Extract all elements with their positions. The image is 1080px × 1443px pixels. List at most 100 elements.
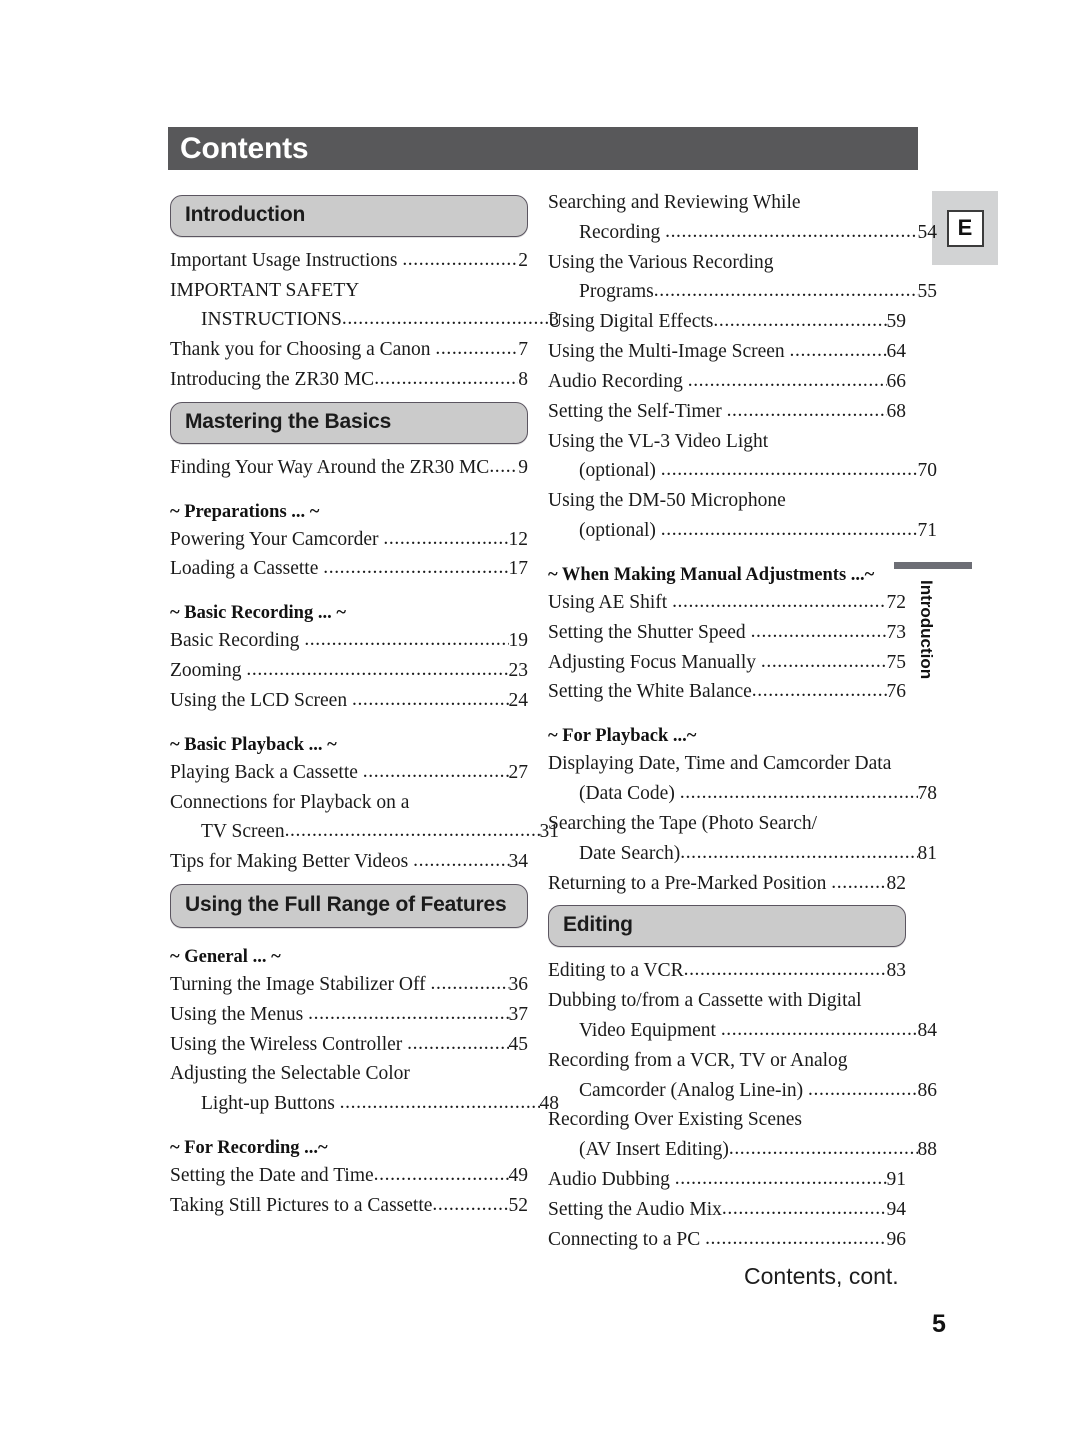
toc-entry-text: Using the Wireless Controller — [170, 1033, 408, 1055]
toc-entry-text: Returning to a Pre-Marked Position — [548, 872, 832, 894]
page-number: 5 — [932, 1310, 946, 1338]
toc-entry-text: INSTRUCTIONS — [201, 309, 342, 331]
toc-entry-text: Using the Menus — [170, 1003, 309, 1025]
toc-entry[interactable]: Using the Menus 37 — [170, 1000, 528, 1030]
toc-entry-line-final: Playing Back a Cassette 27 — [170, 758, 528, 788]
toc-entry-line: Connections for Playback on a — [170, 788, 528, 818]
toc-entry[interactable]: Using AE Shift 72 — [548, 588, 906, 618]
toc-leader-dots — [722, 1194, 887, 1224]
toc-leader-dots — [790, 336, 887, 366]
toc-entry[interactable]: Adjusting the Selectable Color Light-up B… — [170, 1059, 559, 1119]
toc-entry[interactable]: Displaying Date, Time and Camcorder Data… — [548, 749, 937, 809]
toc-entry[interactable]: Connecting to a PC 96 — [548, 1225, 906, 1255]
toc-entry-text: Turning the Image Stabilizer Off — [170, 973, 431, 995]
toc-entry[interactable]: Introducing the ZR30 MC 8 — [170, 365, 528, 395]
toc-entry[interactable]: Adjusting Focus Manually 75 — [548, 648, 906, 678]
toc-entry[interactable]: Using the LCD Screen 24 — [170, 686, 528, 716]
toc-entry[interactable]: Taking Still Pictures to a Cassette 52 — [170, 1191, 528, 1221]
toc-entry[interactable]: Setting the Shutter Speed 73 — [548, 618, 906, 648]
toc-page-number: 75 — [886, 651, 907, 673]
toc-entry[interactable]: Setting the Audio Mix 94 — [548, 1195, 906, 1225]
toc-leader-dots — [729, 1134, 918, 1164]
toc-entry[interactable]: Using the Wireless Controller 45 — [170, 1030, 528, 1060]
toc-entry[interactable]: Audio Dubbing 91 — [548, 1165, 906, 1195]
toc-entry[interactable]: Recording Over Existing Scenes (AV Insert… — [548, 1105, 937, 1165]
toc-entry[interactable]: Setting the White Balance 76 — [548, 677, 906, 707]
toc-entry[interactable]: Searching and Reviewing While Recording 5… — [548, 188, 937, 248]
toc-entry-text: Adjusting the Selectable Color — [170, 1063, 410, 1085]
toc-entry[interactable]: Dubbing to/from a Cassette with Digital V… — [548, 986, 937, 1046]
toc-entry[interactable]: Powering Your Camcorder 12 — [170, 525, 528, 555]
toc-leader-dots — [435, 334, 518, 364]
toc-entry-line-final: Using the Wireless Controller 45 — [170, 1030, 528, 1060]
toc-entry[interactable]: Zooming 23 — [170, 656, 528, 686]
toc-entry-text: (optional) — [579, 460, 661, 482]
toc-entry-line-final: Using the Menus 37 — [170, 1000, 528, 1030]
toc-entry[interactable]: Thank you for Choosing a Canon 7 — [170, 335, 528, 365]
section-pill-introduction: Introduction — [170, 195, 528, 237]
toc-page-number: 66 — [886, 370, 907, 392]
toc-entry[interactable]: Connections for Playback on a TV Screen31 — [170, 788, 559, 848]
toc-entry[interactable]: Using the Multi-Image Screen 64 — [548, 337, 906, 367]
toc-entry-line: Displaying Date, Time and Camcorder Data — [548, 749, 906, 779]
toc-entry[interactable]: Turning the Image Stabilizer Off 36 — [170, 970, 528, 1000]
toc-column-left: Introduction Important Usage Instructions… — [170, 188, 559, 1221]
toc-entry-text: (AV Insert Editing) — [579, 1139, 729, 1161]
toc-entry-text: Basic Recording — [170, 630, 305, 652]
toc-entry-text: Using the Multi-Image Screen — [548, 341, 790, 363]
toc-leader-dots — [304, 625, 508, 655]
toc-entry-text: Thank you for Choosing a Canon — [170, 339, 436, 361]
toc-leader-dots — [761, 647, 887, 677]
toc-entry[interactable]: Using the VL-3 Video Light (optional) 70 — [548, 427, 937, 487]
toc-entry[interactable]: Returning to a Pre-Marked Position 82 — [548, 869, 906, 899]
toc-entry[interactable]: Important Usage Instructions 2 — [170, 246, 528, 276]
toc-leader-dots — [374, 364, 518, 394]
toc-entry-line-final: Using Digital Effects 59 — [548, 307, 906, 337]
toc-leader-dots — [808, 1075, 917, 1105]
toc-entry[interactable]: Using the Various Recording Programs 55 — [548, 248, 937, 308]
toc-leader-dots — [489, 452, 518, 482]
toc-entry-text: Searching and Reviewing While — [548, 192, 801, 213]
toc-page-number: 96 — [886, 1228, 907, 1250]
toc-page-number: 36 — [508, 973, 529, 995]
toc-entry[interactable]: Audio Recording 66 — [548, 367, 906, 397]
toc-entry[interactable]: Finding Your Way Around the ZR30 MC 9 — [170, 453, 528, 483]
toc-entry[interactable]: Recording from a VCR, TV or Analog Camcor… — [548, 1046, 937, 1106]
toc-page-number: 81 — [917, 842, 938, 864]
toc-entry-text: Zooming — [170, 660, 247, 682]
toc-entry-text: Recording — [579, 221, 666, 243]
toc-entry-text: Date Search) — [579, 842, 681, 864]
toc-entry[interactable]: Basic Recording 19 — [170, 626, 528, 656]
toc-entry[interactable]: Setting the Date and Time 49 — [170, 1161, 528, 1191]
toc-leader-dots — [684, 955, 887, 985]
toc-entry[interactable]: Loading a Cassette 17 — [170, 554, 528, 584]
toc-entry-line-final: TV Screen31 — [170, 817, 559, 847]
toc-entry[interactable]: Tips for Making Better Videos 34 — [170, 847, 528, 877]
toc-entry-line-final: Using the Multi-Image Screen 64 — [548, 337, 906, 367]
toc-entry-line-final: Using the LCD Screen 24 — [170, 686, 528, 716]
toc-entry[interactable]: Setting the Self-Timer 68 — [548, 397, 906, 427]
toc-entry-text: Using Digital Effects — [548, 311, 714, 333]
toc-page-number: 70 — [917, 460, 938, 482]
side-tab: Introduction — [894, 562, 972, 679]
toc-leader-dots — [713, 306, 886, 336]
toc-entry[interactable]: Using the DM-50 Microphone (optional) 71 — [548, 486, 937, 546]
toc-entry-text: Light-up Buttons — [201, 1093, 340, 1115]
toc-entry-line-final: Setting the Self-Timer 68 — [548, 397, 906, 427]
toc-entry-line: Recording Over Existing Scenes — [548, 1105, 906, 1135]
toc-entry[interactable]: Searching the Tape (Photo Search/Date Se… — [548, 809, 937, 869]
toc-leader-dots — [661, 455, 918, 485]
toc-leader-dots — [342, 304, 549, 334]
toc-entry[interactable]: Playing Back a Cassette 27 — [170, 758, 528, 788]
toc-entry-text: IMPORTANT SAFETY — [170, 279, 360, 301]
toc-subheading-when-making-manual-adjustments: ~ When Making Manual Adjustments ...~ — [548, 564, 875, 585]
toc-page-number: 72 — [886, 591, 907, 613]
toc-entry[interactable]: Using Digital Effects 59 — [548, 307, 906, 337]
toc-entry-line-final: Thank you for Choosing a Canon 7 — [170, 335, 528, 365]
toc-leader-dots — [665, 217, 917, 247]
toc-entry-line-final: Tips for Making Better Videos 34 — [170, 847, 528, 877]
page-title: Contents — [180, 132, 309, 165]
section-pill-editing: Editing — [548, 905, 906, 948]
toc-entry[interactable]: IMPORTANT SAFETY INSTRUCTIONS3 — [170, 276, 559, 336]
toc-entry[interactable]: Editing to a VCR 83 — [548, 956, 906, 986]
